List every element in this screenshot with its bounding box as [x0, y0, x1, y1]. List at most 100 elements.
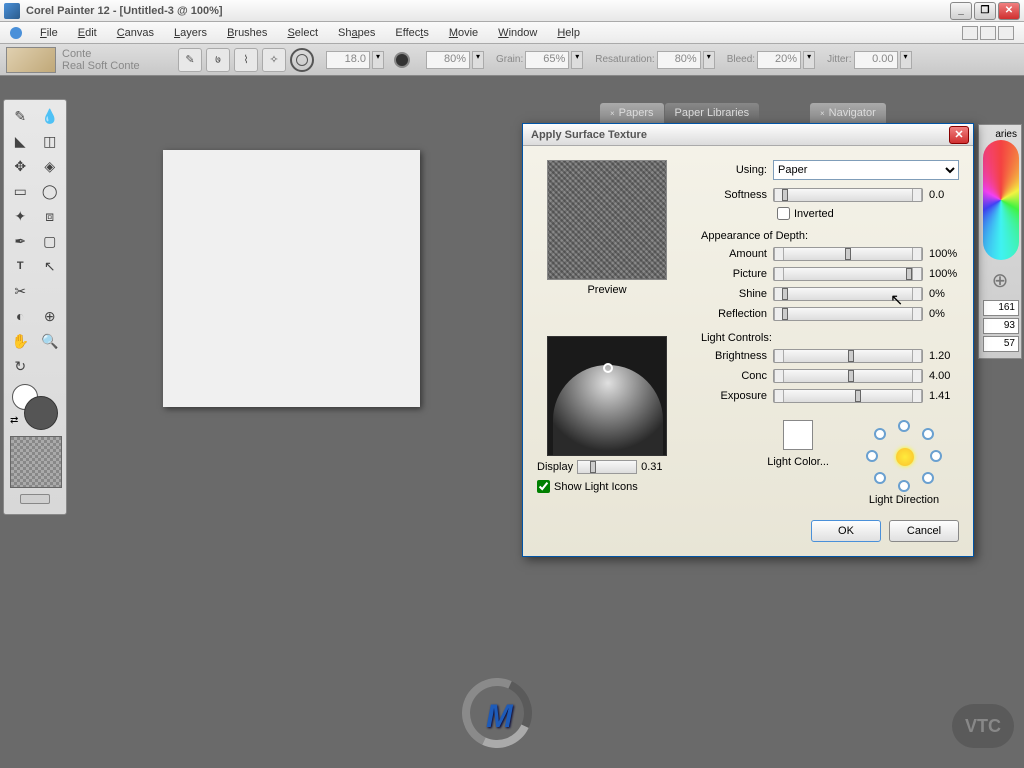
brightness-slider[interactable]: [773, 349, 923, 363]
bucket-tool[interactable]: ◣: [6, 129, 35, 153]
eraser-tool[interactable]: ◫: [36, 129, 65, 153]
cancel-button[interactable]: Cancel: [889, 520, 959, 542]
tab-close-icon[interactable]: ×: [610, 109, 615, 118]
lasso-tool[interactable]: ◯: [36, 179, 65, 203]
grain-field[interactable]: 65%: [525, 51, 569, 69]
primary-color[interactable]: [24, 396, 58, 430]
menu-brushes[interactable]: Brushes: [219, 25, 275, 41]
pointer-tool[interactable]: ↖: [36, 254, 65, 278]
color-swatch[interactable]: ⇄: [10, 382, 60, 432]
crop-tool[interactable]: ⧈: [36, 204, 65, 228]
num-field-1[interactable]: 161: [983, 300, 1019, 316]
menu-canvas[interactable]: Canvas: [109, 25, 162, 41]
softness-slider[interactable]: [773, 188, 923, 202]
menu-edit[interactable]: Edit: [70, 25, 105, 41]
brush-label: Conte Real Soft Conte: [62, 48, 162, 72]
tab-paper-libraries[interactable]: Paper Libraries: [665, 103, 760, 123]
conc-slider[interactable]: [773, 369, 923, 383]
stamp-icon[interactable]: ⊕: [985, 268, 1015, 298]
show-light-icons-checkbox[interactable]: [537, 480, 550, 493]
dropper-tool[interactable]: 💧: [36, 104, 65, 128]
using-select[interactable]: Paper: [773, 160, 959, 180]
bleed-arrow[interactable]: ▾: [803, 51, 815, 69]
dodge-tool[interactable]: ◐: [6, 304, 35, 328]
shape-tool[interactable]: ▢: [36, 229, 65, 253]
clone-tool[interactable]: ⊕: [36, 304, 65, 328]
tab-close-icon[interactable]: ×: [820, 109, 825, 118]
transform-tool[interactable]: ◈: [36, 154, 65, 178]
canvas[interactable]: [163, 150, 420, 407]
papers-panel-tabs: ×Papers Paper Libraries: [600, 103, 759, 123]
menu-help[interactable]: Help: [549, 25, 588, 41]
color-wheel[interactable]: [983, 140, 1019, 260]
picture-slider[interactable]: [773, 267, 923, 281]
dab-shape-icon[interactable]: [290, 48, 314, 72]
size-field[interactable]: 18.0: [326, 51, 370, 69]
mdi-restore-button[interactable]: [980, 26, 996, 40]
menu-window[interactable]: Window: [490, 25, 545, 41]
mdi-close-button[interactable]: [998, 26, 1014, 40]
light-direction-control[interactable]: [864, 420, 944, 490]
dab-icon-2[interactable]: ७: [206, 48, 230, 72]
wand-tool[interactable]: ✦: [6, 204, 35, 228]
tab-navigator[interactable]: ×Navigator: [810, 103, 886, 123]
menu-effects[interactable]: Effects: [387, 25, 436, 41]
size-arrow[interactable]: ▾: [372, 51, 384, 69]
close-button[interactable]: ✕: [998, 2, 1020, 20]
rotate-tool[interactable]: ↻: [6, 354, 35, 378]
zoom-tool[interactable]: 🔍: [36, 329, 65, 353]
swap-colors-icon[interactable]: ⇄: [10, 415, 18, 426]
reflection-slider[interactable]: [773, 307, 923, 321]
resat-field[interactable]: 80%: [657, 51, 701, 69]
move-tool[interactable]: ✥: [6, 154, 35, 178]
display-slider[interactable]: [577, 460, 637, 474]
resat-arrow[interactable]: ▾: [703, 51, 715, 69]
display-value: 0.31: [641, 461, 662, 473]
dialog-titlebar[interactable]: Apply Surface Texture ✕: [523, 124, 973, 146]
dialog-close-button[interactable]: ✕: [949, 126, 969, 144]
light-color-button[interactable]: [783, 420, 813, 450]
brush-preview[interactable]: [6, 47, 56, 73]
menu-shapes[interactable]: Shapes: [330, 25, 383, 41]
maximize-button[interactable]: ❐: [974, 2, 996, 20]
light-sphere-preview[interactable]: [547, 336, 667, 456]
menu-layers[interactable]: Layers: [166, 25, 215, 41]
blank-tool-1[interactable]: [36, 279, 65, 303]
dab-icon-1[interactable]: ✎: [178, 48, 202, 72]
brush-tool[interactable]: ✎: [6, 104, 35, 128]
minimize-button[interactable]: _: [950, 2, 972, 20]
jitter-field[interactable]: 0.00: [854, 51, 898, 69]
num-field-2[interactable]: 93: [983, 318, 1019, 334]
toolbox-tray[interactable]: [20, 494, 50, 504]
menu-select[interactable]: Select: [279, 25, 326, 41]
hand-tool[interactable]: ✋: [6, 329, 35, 353]
amount-slider[interactable]: [773, 247, 923, 261]
menu-file[interactable]: File: [32, 25, 66, 41]
opacity-field[interactable]: 80%: [426, 51, 470, 69]
mdi-minimize-button[interactable]: [962, 26, 978, 40]
dab-icon-4[interactable]: ✧: [262, 48, 286, 72]
inverted-checkbox[interactable]: [777, 207, 790, 220]
ok-button[interactable]: OK: [811, 520, 881, 542]
app-menu-icon[interactable]: [10, 27, 22, 39]
exposure-slider[interactable]: [773, 389, 923, 403]
blank-tool-2[interactable]: [36, 354, 65, 378]
vtc-logo: VTC: [952, 704, 1014, 748]
dab-icon-3[interactable]: ⌇: [234, 48, 258, 72]
jitter-arrow[interactable]: ▾: [900, 51, 912, 69]
light-handle[interactable]: [603, 363, 613, 373]
scissors-tool[interactable]: ✂: [6, 279, 35, 303]
menu-movie[interactable]: Movie: [441, 25, 486, 41]
pen-tool[interactable]: ✒: [6, 229, 35, 253]
bleed-label: Bleed:: [727, 54, 755, 65]
paper-swatch[interactable]: [10, 436, 62, 488]
bleed-field[interactable]: 20%: [757, 51, 801, 69]
opacity-arrow[interactable]: ▾: [472, 51, 484, 69]
marquee-tool[interactable]: ▭: [6, 179, 35, 203]
num-field-3[interactable]: 57: [983, 336, 1019, 352]
tab-papers[interactable]: ×Papers: [600, 103, 664, 123]
text-tool[interactable]: T: [6, 254, 35, 278]
grain-arrow[interactable]: ▾: [571, 51, 583, 69]
light-direction-sun-icon[interactable]: [896, 448, 914, 466]
shine-slider[interactable]: [773, 287, 923, 301]
